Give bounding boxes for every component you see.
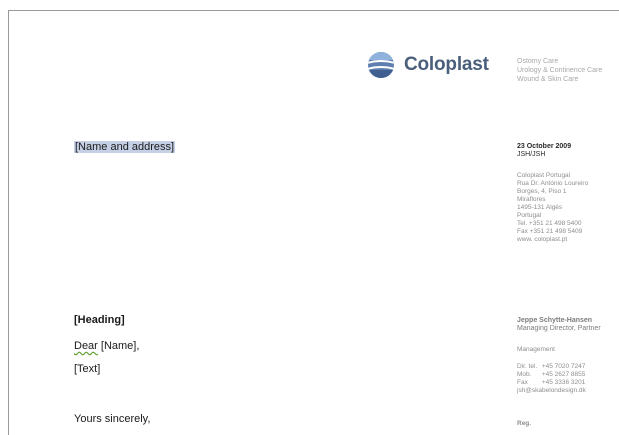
contact-details: Dir. tel. +45 7020 7247 Mob. +45 2627 88… [517,363,586,395]
sender-address: Coloplast Portugal Rua Dr. António Loure… [517,172,588,244]
recipient-address-placeholder[interactable]: [Name and address] [74,141,176,153]
contact-department: Management [517,346,555,353]
phone-value: +45 3336 3201 [541,379,586,386]
phone-label: Fax [517,379,528,386]
sender-address-line: Tel. +351 21 498 5400 [517,220,582,227]
sender-address-line: Borges, 4, Piso 1 [517,188,567,195]
logo-wordmark: Coloplast [404,54,489,75]
coloplast-globe-icon [368,52,394,78]
sender-address-line: Rua Dr. António Loureiro [517,180,589,187]
coloplast-logo: Coloplast [367,51,489,79]
registration-label: Reg. [517,420,532,427]
salutation-name: [Name], [100,340,140,352]
phone-value: +45 7020 7247 [541,363,586,370]
phone-label: Dir. tel. [517,363,538,370]
phone-row: Fax +45 3336 3201 [517,379,586,387]
product-line: Urology & Continence Care [517,67,603,74]
sender-address-line: Coloplast Portugal [517,172,571,179]
sender-address-line: www. coloplast.pt [517,236,568,243]
sender-address-line: 1495-131 Algés [517,204,563,211]
phone-row: Mob. +45 2627 8855 [517,371,586,379]
letter-page[interactable]: Coloplast Ostomy Care Urology & Continen… [8,10,619,435]
phone-value: +45 2627 8855 [541,371,586,378]
sender-address-line: Miraflores [517,196,546,203]
letter-date: 23 October 2009 [517,143,572,150]
contact-name: Jeppe Schytte-Hansen [517,317,593,324]
salutation-word: Dear [74,340,98,352]
product-line: Ostomy Care [517,58,559,65]
letter-closing[interactable]: Yours sincerely, [74,413,150,425]
salutation[interactable]: Dear [Name], [74,340,139,352]
product-line: Wound & Skin Care [517,76,579,83]
letter-body-text[interactable]: [Text] [74,363,100,375]
contact-title: Managing Director, Partner [517,325,601,332]
sender-address-line: Fax +351 21 498 5409 [517,228,583,235]
sender-address-line: Portugal [517,212,542,219]
reference-initials: JSH/JSH [517,151,546,158]
date-block: 23 October 2009 JSH/JSH [517,143,571,159]
phone-row: Dir. tel. +45 7020 7247 [517,363,586,371]
product-lines: Ostomy Care Urology & Continence Care Wo… [517,57,602,84]
contact-email: jsh@skabelondesign.dk [517,387,586,394]
letter-heading[interactable]: [Heading] [74,314,125,326]
contact-person: Jeppe Schytte-Hansen Managing Director, … [517,317,601,333]
phone-label: Mob. [517,371,532,378]
